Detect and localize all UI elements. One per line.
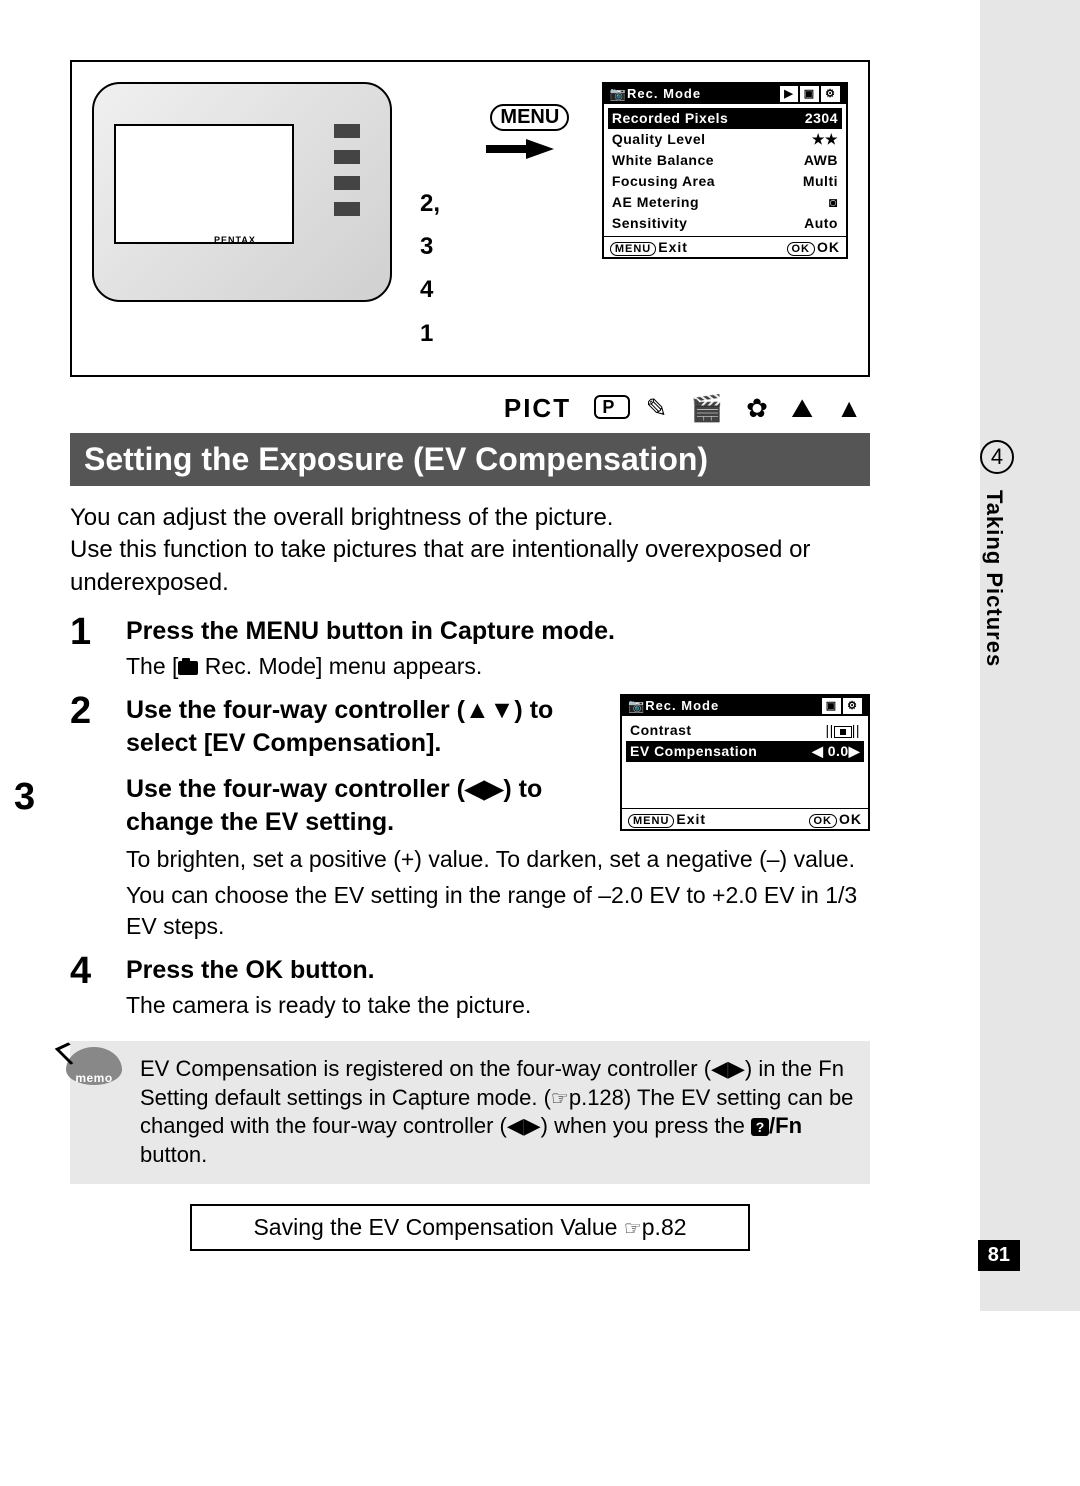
lcd2-menu-chip: MENU — [628, 814, 674, 828]
lcd1-ok-chip: OK — [787, 242, 816, 256]
lcd1-header-icons: ▶▣⚙ — [780, 86, 840, 102]
step4-body: The camera is ready to take the picture. — [126, 990, 870, 1021]
intro-text: You can adjust the overall brightness of… — [70, 502, 870, 599]
fn-button-label: ?/Fn — [751, 1113, 802, 1138]
lcd2-ok: OK — [839, 811, 862, 827]
camera-brand: PENTAX — [214, 235, 256, 245]
step1-body: The [ Rec. Mode] menu appears. — [126, 651, 870, 682]
lcd-preview-1: 📷Rec. Mode ▶▣⚙ Recorded Pixels2304 Quali… — [602, 82, 848, 259]
lcd-preview-2: 📷Rec. Mode ▣⚙ Contrast EV Compensation◀ … — [620, 694, 870, 831]
diagram-label-23: 2, 3 — [420, 182, 458, 268]
lcd2-exit: Exit — [676, 811, 706, 827]
memo-icon: memo — [66, 1047, 122, 1085]
lcd1-row-5: SensitivityAuto — [612, 213, 838, 234]
lcd1-exit: Exit — [658, 239, 688, 255]
diagram-label-1: 1 — [420, 312, 458, 355]
lcd2-title: Rec. Mode — [645, 698, 719, 713]
mode-p-icon: P — [594, 395, 630, 419]
ref-text: Saving the EV Compensation Value — [253, 1214, 623, 1240]
lcd1-row-4: AE Metering◙ — [612, 192, 838, 213]
camera-illustration: PENTAX — [92, 82, 392, 302]
lcd1-row-3: Focusing AreaMulti — [612, 171, 838, 192]
lcd2-header-icons: ▣⚙ — [822, 698, 862, 714]
lcd2-ok-chip: OK — [809, 814, 838, 828]
section-title: Setting the Exposure (EV Compensation) — [70, 433, 870, 486]
ref-page: p.82 — [642, 1214, 687, 1240]
camera-icon — [178, 661, 198, 675]
ref-icon — [551, 1085, 569, 1110]
top-diagram: PENTAX 2, 3 4 1 MENU 📷Rec. Mode ▶▣⚙ Reco… — [70, 60, 870, 377]
lcd1-menu-chip: MENU — [610, 242, 656, 256]
diagram-label-4: 4 — [420, 268, 458, 311]
page-number: 81 — [978, 1240, 1020, 1271]
lcd1-ok: OK — [817, 239, 840, 255]
step4-head: Press the OK button. — [126, 954, 870, 987]
step3-body2: You can choose the EV setting in the ran… — [126, 880, 870, 942]
chapter-number: 4 — [980, 440, 1014, 474]
cross-ref-box: Saving the EV Compensation Value p.82 — [190, 1204, 750, 1251]
lcd2-row-1: EV Compensation◀ 0.0▶ — [626, 741, 864, 762]
diagram-step-labels: 2, 3 4 1 — [420, 82, 458, 355]
step3-body: To brighten, set a positive (+) value. T… — [126, 844, 870, 875]
ref-hand-icon — [624, 1214, 642, 1240]
step1-head: Press the MENU button in Capture mode. — [126, 615, 870, 648]
lcd2-row-0: Contrast — [630, 720, 860, 741]
mode-pict: PICT — [504, 393, 571, 423]
lcd1-title: Rec. Mode — [627, 86, 701, 101]
memo-box: memo EV Compensation is registered on th… — [70, 1041, 870, 1183]
memo-ref: p.128 — [569, 1085, 624, 1110]
mode-icons-row: PICT P ✎ 🎬 ✿ ⛰ ▲ — [70, 393, 870, 425]
memo-text-c: button. — [140, 1142, 207, 1167]
step3-head: Use the four-way controller (◀▶) to chan… — [126, 773, 600, 838]
mode-scene-icons: ✎ 🎬 ✿ ⛰ ▲ — [646, 393, 870, 423]
chapter-title: Taking Pictures — [981, 490, 1007, 667]
lcd1-row-0: Recorded Pixels2304 — [608, 108, 842, 129]
lcd1-row-1: Quality Level★★ — [612, 129, 838, 150]
lcd1-row-2: White BalanceAWB — [612, 150, 838, 171]
step2-head: Use the four-way controller (▲▼) to sele… — [126, 694, 600, 759]
menu-chip: MENU — [490, 104, 569, 131]
chapter-badge: 4 — [980, 440, 1014, 474]
